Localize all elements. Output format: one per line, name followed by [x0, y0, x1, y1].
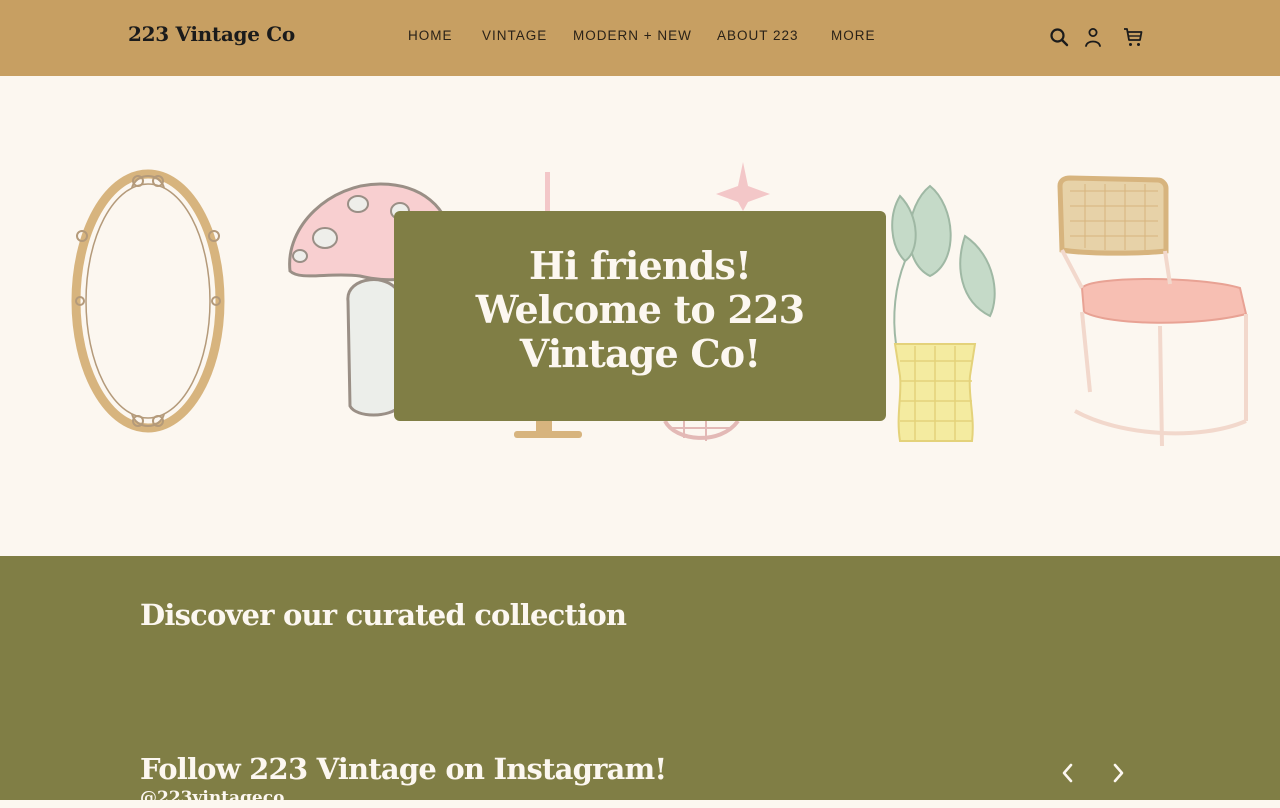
account-icon[interactable]: [1081, 25, 1105, 49]
nav-about[interactable]: ABOUT 223: [717, 28, 799, 43]
chair-illustration: [1057, 175, 1248, 447]
welcome-heading: Hi friends! Welcome to 223 Vintage Co!: [475, 243, 805, 376]
nav-vintage[interactable]: VINTAGE: [482, 28, 547, 43]
mirror-illustration: [71, 169, 225, 433]
collection-section: Discover our curated collection Follow 2…: [0, 556, 1280, 808]
nav-modern-new[interactable]: MODERN + NEW: [573, 28, 692, 43]
instagram-handle[interactable]: @223vintageco: [140, 788, 284, 808]
nav-more[interactable]: MORE: [831, 28, 876, 43]
chevron-right-icon[interactable]: [1106, 760, 1130, 786]
plant-illustration: [891, 184, 996, 442]
welcome-card: Hi friends! Welcome to 223 Vintage Co!: [394, 211, 886, 421]
instagram-title: Follow 223 Vintage on Instagram!: [140, 752, 667, 786]
nav-home[interactable]: HOME: [408, 28, 453, 43]
cart-icon[interactable]: [1121, 25, 1145, 49]
search-icon[interactable]: [1047, 25, 1071, 49]
collection-title: Discover our curated collection: [140, 598, 627, 632]
hero-banner: Hi friends! Welcome to 223 Vintage Co!: [0, 76, 1280, 556]
chevron-left-icon[interactable]: [1056, 760, 1080, 786]
site-header: 223 Vintage Co HOME VINTAGE MODERN + NEW…: [0, 0, 1280, 76]
